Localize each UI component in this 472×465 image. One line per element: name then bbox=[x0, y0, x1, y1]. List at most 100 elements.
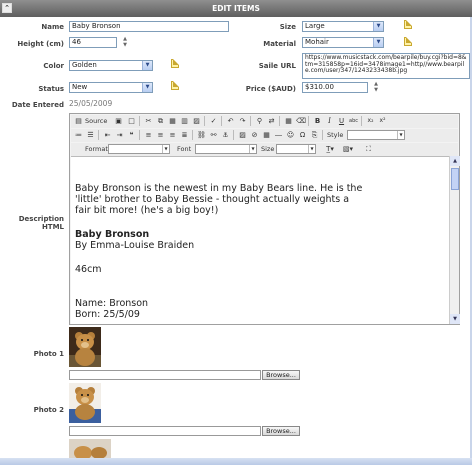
align-center-icon[interactable]: ≡ bbox=[155, 129, 166, 140]
undo-icon[interactable]: ↶ bbox=[225, 115, 236, 126]
replace-icon[interactable]: ⇄ bbox=[266, 115, 277, 126]
blockquote-icon[interactable]: ❝ bbox=[126, 129, 137, 140]
description-paragraph-line: fair bit more! (he's a big boy!) bbox=[75, 205, 219, 216]
align-left-icon[interactable]: ≡ bbox=[143, 129, 154, 140]
background-color-icon[interactable]: ▧▾ bbox=[341, 143, 355, 154]
outdent-icon[interactable]: ⇤ bbox=[102, 129, 113, 140]
horizontal-rule-icon[interactable]: ― bbox=[273, 129, 284, 140]
name-label: Name bbox=[41, 23, 64, 31]
note-icon[interactable] bbox=[171, 59, 179, 68]
saile-url-field[interactable]: https://www.musicstack.com/bearpile/buy.… bbox=[302, 53, 470, 79]
remove-format-icon[interactable]: ⌫ bbox=[295, 115, 306, 126]
scroll-thumb[interactable] bbox=[451, 168, 459, 190]
height-label: Height (cm) bbox=[17, 40, 64, 48]
copy-icon[interactable]: ⧉ bbox=[155, 115, 166, 126]
chevron-down-icon: ▼ bbox=[142, 83, 152, 92]
toolbar-separator bbox=[279, 116, 280, 126]
toolbar-separator bbox=[308, 116, 309, 126]
toolbar-separator bbox=[361, 116, 362, 126]
material-value: Mohair bbox=[305, 38, 329, 46]
format-select[interactable]: ▼ bbox=[108, 144, 170, 154]
paste-icon[interactable]: ▦ bbox=[167, 115, 178, 126]
name-field[interactable]: Baby Bronson bbox=[69, 21, 229, 32]
image-icon[interactable]: ▨ bbox=[237, 129, 248, 140]
photo-2-file-input[interactable] bbox=[69, 426, 261, 436]
price-label: Price ($AUD) bbox=[245, 85, 296, 93]
indent-icon[interactable]: ⇥ bbox=[114, 129, 125, 140]
description-byline: By Emma-Louise Braiden bbox=[75, 240, 195, 251]
style-select[interactable]: ▼ bbox=[347, 130, 405, 140]
toolbar-separator bbox=[322, 130, 323, 140]
status-select[interactable]: New ▼ bbox=[69, 82, 153, 93]
font-select[interactable]: ▼ bbox=[195, 144, 257, 154]
price-field[interactable]: $310.00 bbox=[302, 82, 368, 93]
underline-icon[interactable]: U bbox=[336, 115, 347, 126]
page-break-icon[interactable]: ⎘ bbox=[309, 129, 320, 140]
subscript-icon[interactable]: x₂ bbox=[365, 115, 376, 126]
photo-2-thumbnail bbox=[69, 383, 101, 423]
superscript-icon[interactable]: x² bbox=[377, 115, 388, 126]
chevron-down-icon: ▼ bbox=[397, 131, 404, 139]
align-right-icon[interactable]: ≡ bbox=[167, 129, 178, 140]
status-label: Status bbox=[38, 85, 64, 93]
chevron-down-icon: ▼ bbox=[249, 145, 256, 153]
teddy-bear-image bbox=[69, 327, 101, 367]
numbered-list-icon[interactable]: ≔ bbox=[73, 129, 84, 140]
price-stepper-icon[interactable]: ▲ ▼ bbox=[372, 81, 380, 93]
note-icon[interactable] bbox=[404, 20, 412, 29]
photo-2-label: Photo 2 bbox=[33, 406, 64, 414]
link-icon[interactable]: ⛓ bbox=[196, 129, 207, 140]
toolbar-separator bbox=[250, 116, 251, 126]
save-icon[interactable]: ▣ bbox=[113, 115, 124, 126]
find-icon[interactable]: ⚲ bbox=[254, 115, 265, 126]
height-field[interactable]: 46 bbox=[69, 37, 117, 48]
toolbar-separator bbox=[139, 130, 140, 140]
photo-1-file-input[interactable] bbox=[69, 370, 261, 380]
status-value: New bbox=[72, 83, 88, 91]
paste-word-icon[interactable]: ▨ bbox=[191, 115, 202, 126]
color-select[interactable]: Golden ▼ bbox=[69, 60, 153, 71]
special-char-icon[interactable]: Ω bbox=[297, 129, 308, 140]
collapse-icon[interactable]: ⌃ bbox=[2, 3, 12, 13]
redo-icon[interactable]: ↷ bbox=[237, 115, 248, 126]
spellcheck-icon[interactable]: ✓ bbox=[208, 115, 219, 126]
text-color-icon[interactable]: T̲▾ bbox=[323, 143, 337, 154]
source-icon[interactable]: ▤ bbox=[73, 115, 84, 126]
height-stepper-icon[interactable]: ▲ ▼ bbox=[121, 36, 129, 48]
paste-text-icon[interactable]: ▥ bbox=[179, 115, 190, 126]
source-button[interactable]: Source bbox=[85, 116, 107, 127]
bulleted-list-icon[interactable]: ☰ bbox=[85, 129, 96, 140]
flash-icon[interactable]: ⊘ bbox=[249, 129, 260, 140]
scroll-up-icon[interactable]: ▲ bbox=[450, 156, 460, 166]
maximize-icon[interactable]: ⛶ bbox=[363, 143, 374, 154]
chevron-down-icon: ▼ bbox=[308, 145, 315, 153]
font-size-select[interactable]: ▼ bbox=[276, 144, 316, 154]
justify-icon[interactable]: ≣ bbox=[179, 129, 190, 140]
strikethrough-icon[interactable]: abc bbox=[348, 115, 359, 126]
bold-icon[interactable]: B bbox=[312, 115, 323, 126]
material-select[interactable]: Mohair ▼ bbox=[302, 37, 384, 48]
unlink-icon[interactable]: ⚯ bbox=[208, 129, 219, 140]
select-all-icon[interactable]: ▦ bbox=[283, 115, 294, 126]
date-entered-value: 25/05/2009 bbox=[69, 99, 113, 108]
editor-content-area[interactable]: Baby Bronson is the newest in my Baby Be… bbox=[71, 156, 449, 324]
toolbar-separator bbox=[98, 130, 99, 140]
bottom-scrollbar[interactable] bbox=[0, 458, 472, 465]
italic-icon[interactable]: I bbox=[324, 115, 335, 126]
new-page-icon[interactable]: □ bbox=[126, 115, 137, 126]
rich-text-editor[interactable]: ▤ Source ▣ □ ✂ ⧉ ▦ ▥ ▨ ✓ ↶ ↷ ⚲ ⇄ ▦ ⌫ B I… bbox=[69, 113, 460, 325]
photo-1-browse-button[interactable]: Browse... bbox=[262, 370, 300, 380]
anchor-icon[interactable]: ⚓ bbox=[220, 129, 231, 140]
description-label: Description HTML bbox=[18, 215, 64, 231]
editor-scrollbar[interactable]: ▲ ▼ bbox=[449, 156, 460, 324]
description-name: Name: Bronson bbox=[75, 298, 149, 309]
photo-2-browse-button[interactable]: Browse... bbox=[262, 426, 300, 436]
scroll-down-icon[interactable]: ▼ bbox=[450, 314, 460, 324]
note-icon[interactable] bbox=[171, 81, 179, 90]
size-select[interactable]: Large ▼ bbox=[302, 21, 384, 32]
cut-icon[interactable]: ✂ bbox=[143, 115, 154, 126]
format-label: Format bbox=[85, 145, 108, 153]
note-icon[interactable] bbox=[404, 37, 412, 46]
table-icon[interactable]: ▦ bbox=[261, 129, 272, 140]
smiley-icon[interactable]: ☺ bbox=[285, 129, 296, 140]
